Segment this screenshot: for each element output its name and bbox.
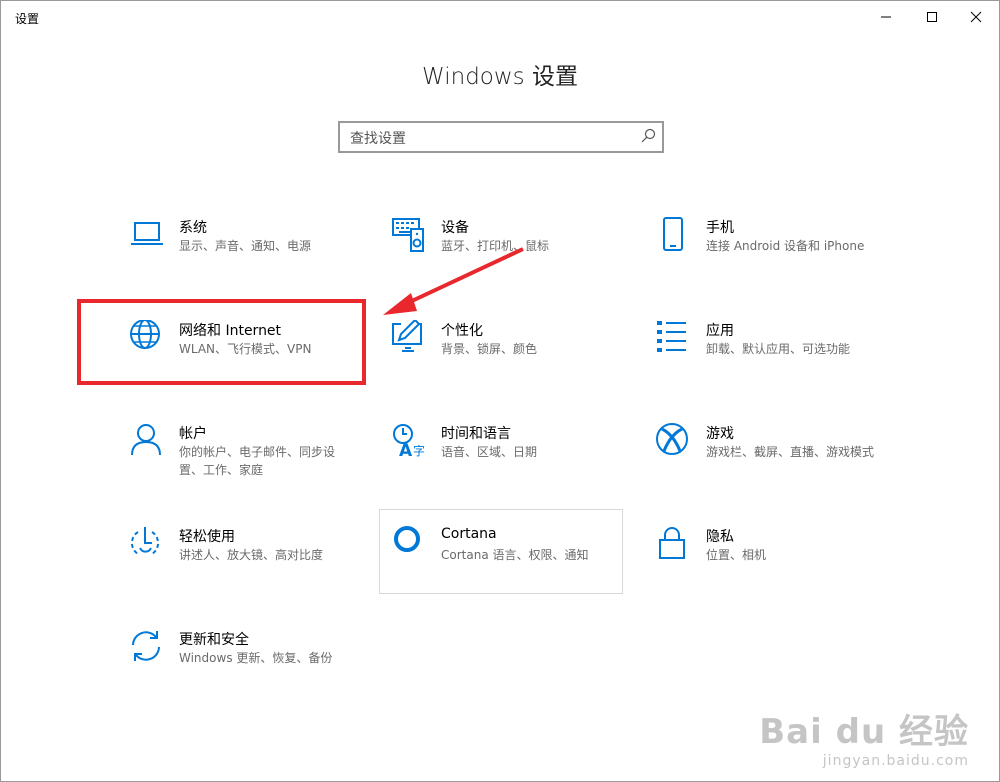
tile-name: 应用	[706, 323, 734, 339]
person-icon	[131, 424, 161, 456]
maximize-icon	[927, 12, 937, 22]
tile-gaming[interactable]: 游戏 游戏栏、截屏、直播、游戏模式	[656, 423, 896, 503]
svg-text:字: 字	[413, 443, 425, 458]
tile-desc: 你的帐户、电子邮件、同步设置、工作、家庭	[179, 445, 336, 477]
close-button[interactable]	[953, 1, 999, 33]
apps-list-icon	[657, 321, 686, 352]
tile-desc: 位置、相机	[706, 548, 767, 562]
update-icon	[132, 631, 160, 661]
tile-name: 更新和安全	[179, 632, 249, 648]
page-title: Windows 设置	[422, 64, 578, 90]
tile-privacy[interactable]: 隐私 位置、相机	[656, 526, 896, 606]
tile-desc: 显示、声音、通知、电源	[179, 239, 312, 253]
close-icon	[970, 11, 982, 23]
tile-name: 手机	[706, 220, 734, 236]
tile-name: 隐私	[706, 529, 734, 545]
settings-window: 设置 Windows 设置 查找设置 系统 显示、声音、通知、电源 设备 蓝牙、…	[0, 0, 1000, 782]
tile-name: 轻松使用	[179, 529, 235, 545]
tile-desc: 卸载、默认应用、可选功能	[706, 342, 851, 356]
watermark: Bai du 经验 jingyan.baidu.com	[759, 704, 969, 769]
annotation-arrow-icon	[383, 247, 524, 315]
svg-text:A: A	[399, 441, 413, 459]
title-bar: 设置	[1, 1, 999, 33]
tile-name: 设备	[441, 220, 469, 236]
tile-update-security[interactable]: 更新和安全 Windows 更新、恢复、备份	[129, 629, 369, 709]
search-placeholder[interactable]: 查找设置	[350, 128, 406, 148]
cortana-icon	[394, 526, 420, 552]
xbox-icon	[656, 423, 688, 455]
tile-system[interactable]: 系统 显示、声音、通知、电源	[129, 217, 369, 297]
tile-desc: 讲述人、放大镜、高对比度	[179, 548, 324, 562]
tile-name: 时间和语言	[441, 426, 511, 442]
ease-of-access-icon	[131, 527, 159, 555]
search-box[interactable]: 查找设置	[338, 121, 664, 153]
tile-accounts[interactable]: 帐户 你的帐户、电子邮件、同步设置、工作、家庭	[129, 423, 369, 503]
tile-phone[interactable]: 手机 连接 Android 设备和 iPhone	[656, 217, 896, 297]
maximize-button[interactable]	[909, 1, 955, 33]
watermark-url: jingyan.baidu.com	[822, 753, 969, 769]
laptop-icon	[131, 222, 163, 245]
tile-name: Cortana	[441, 526, 497, 542]
phone-icon	[663, 217, 683, 251]
time-language-icon: A 字	[393, 424, 425, 459]
tile-apps[interactable]: 应用 卸载、默认应用、可选功能	[656, 320, 896, 400]
minimize-button[interactable]	[863, 1, 909, 33]
tile-personalization[interactable]: 个性化 背景、锁屏、颜色	[391, 320, 631, 400]
minimize-icon	[881, 16, 891, 18]
annotation-highlight-box	[77, 299, 366, 385]
tile-desc: Cortana 语言、权限、通知	[441, 548, 589, 562]
tile-time-language[interactable]: A 字 时间和语言 语音、区域、日期	[391, 423, 631, 503]
tile-cortana[interactable]: Cortana Cortana 语言、权限、通知	[391, 526, 631, 606]
tile-desc: 背景、锁屏、颜色	[441, 342, 538, 356]
tile-desc: 连接 Android 设备和 iPhone	[706, 239, 865, 253]
window-title: 设置	[15, 12, 40, 26]
tile-desc: 游戏栏、截屏、直播、游戏模式	[706, 445, 875, 459]
watermark-logo: Bai du 经验	[759, 712, 969, 752]
tile-ease-of-access[interactable]: 轻松使用 讲述人、放大镜、高对比度	[129, 526, 369, 606]
lock-icon	[659, 527, 685, 559]
tile-desc: 语音、区域、日期	[441, 445, 538, 459]
tile-name: 帐户	[179, 426, 207, 442]
search-icon[interactable]	[640, 128, 656, 148]
tile-name: 系统	[179, 220, 207, 236]
tile-name: 游戏	[706, 426, 734, 442]
tile-desc: Windows 更新、恢复、备份	[179, 651, 333, 665]
